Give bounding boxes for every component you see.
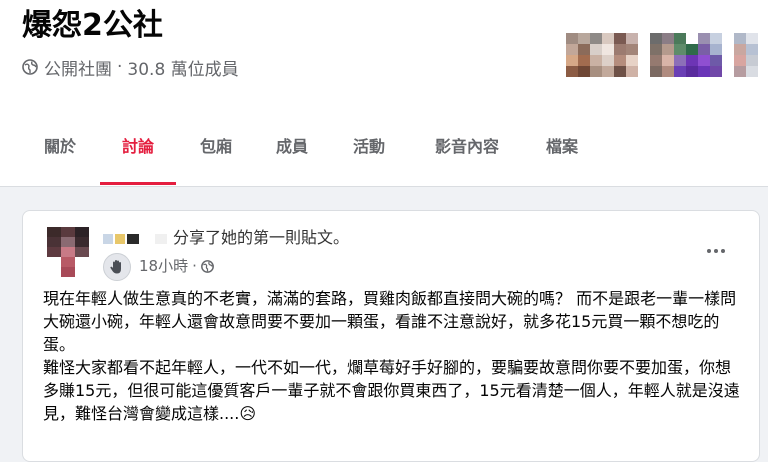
post-paragraph: 現在年輕人做生意真的不老實，滿滿的套路，買雞肉飯都直接問大碗的嗎？ 而不是跟老一… [43, 289, 737, 354]
post-card: 分享了她的第一則貼文。 18小時 · 現在年輕人做生意真的不老實，滿滿的套路，買… [22, 210, 760, 462]
post-timestamp[interactable]: 18小時 · [139, 255, 214, 277]
time-label[interactable]: 18小時 [139, 255, 188, 277]
globe-icon [200, 259, 214, 273]
active-tab-indicator [100, 182, 176, 185]
waving-hand-icon[interactable] [103, 253, 131, 281]
more-horizontal-icon[interactable] [701, 239, 731, 263]
group-title[interactable]: 爆怨2公社 [22, 4, 163, 48]
tab-events[interactable]: 活動 [340, 128, 398, 168]
globe-icon [22, 59, 38, 75]
shared-text: 分享了她的第一則貼文。 [173, 228, 350, 247]
tab-discussion[interactable]: 討論 [110, 128, 166, 168]
group-meta: 公開社團 · 30.8 萬位成員 [22, 54, 239, 80]
avatar[interactable] [47, 227, 89, 281]
tab-media[interactable]: 影音內容 [422, 128, 512, 168]
meta-separator: · [117, 57, 123, 77]
privacy-label: 公開社團 [44, 59, 112, 80]
time-separator: · [192, 257, 197, 275]
member-avatars[interactable] [566, 33, 768, 79]
member-count[interactable]: 30.8 萬位成員 [127, 55, 238, 80]
tab-about[interactable]: 關於 [34, 128, 86, 168]
post-body: 現在年輕人做生意真的不老實，滿滿的套路，買雞肉飯都直接問大碗的嗎？ 而不是跟老一… [43, 287, 743, 425]
author-name[interactable] [103, 229, 171, 249]
group-header: 爆怨2公社 公開社團 · 30.8 萬位成員 關於 討論 包廂 成員 活動 影音… [0, 0, 768, 187]
tab-files[interactable]: 檔案 [534, 128, 590, 168]
post-paragraph: 難怪大家都看不起年輕人，一代不如一代，爛草莓好手好腳的，要騙要故意問你要不要加蛋… [43, 358, 740, 423]
group-tabs: 關於 討論 包廂 成員 活動 影音內容 檔案 [0, 128, 768, 186]
tab-members[interactable]: 成員 [264, 128, 320, 168]
tab-rooms[interactable]: 包廂 [188, 128, 244, 168]
